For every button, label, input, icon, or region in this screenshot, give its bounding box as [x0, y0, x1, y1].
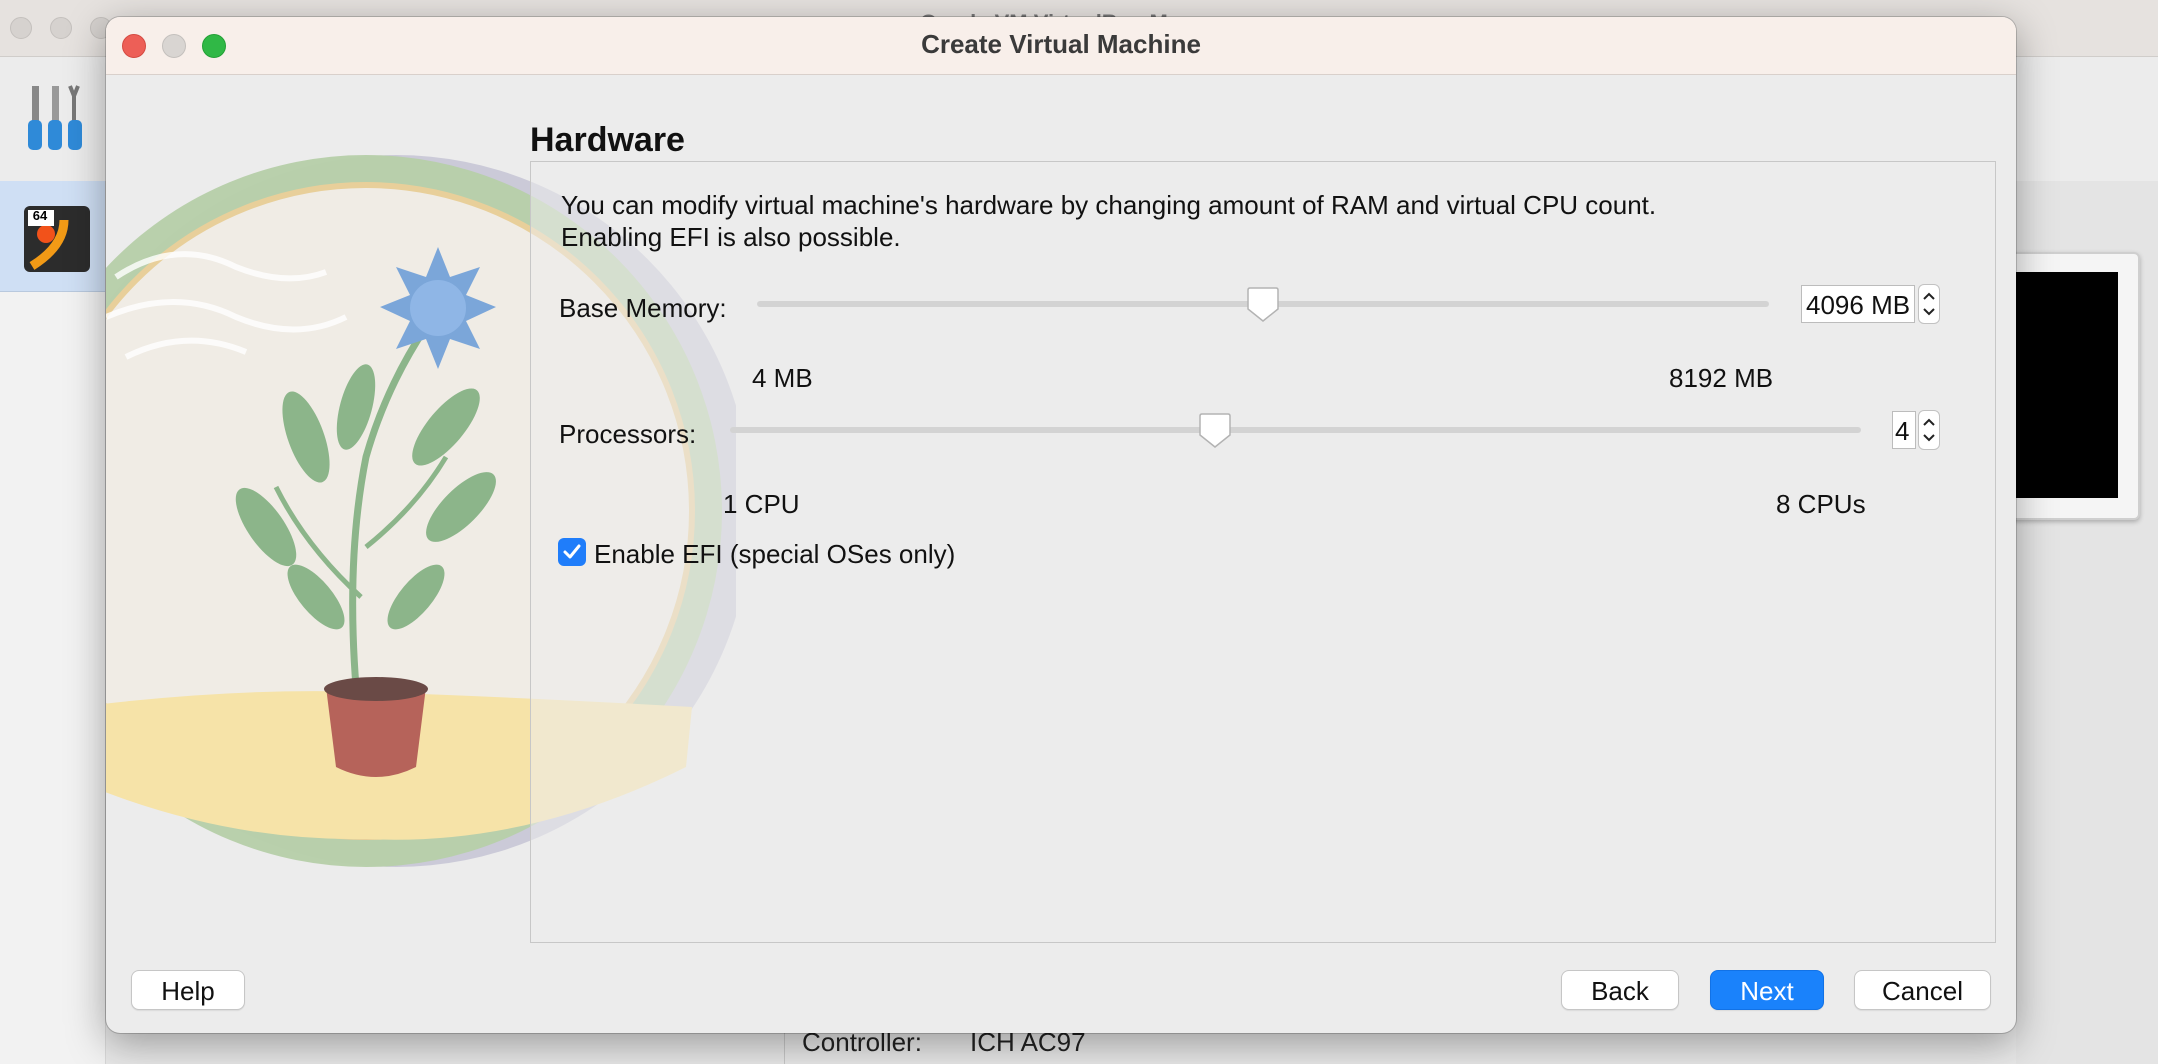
- section-title: Hardware: [530, 121, 685, 159]
- base-memory-min-label: 4 MB: [752, 363, 813, 393]
- cancel-button[interactable]: Cancel: [1854, 970, 1991, 1010]
- description-line-1: You can modify virtual machine's hardwar…: [561, 190, 1657, 220]
- base-memory-label: Base Memory:: [559, 293, 727, 323]
- processors-slider-track[interactable]: [730, 427, 1861, 433]
- chevron-down-icon: [1923, 308, 1935, 316]
- help-button[interactable]: Help: [131, 970, 245, 1010]
- tools-icon[interactable]: [26, 84, 90, 152]
- processors-label: Processors:: [559, 419, 697, 449]
- base-memory-value-field[interactable]: 4096 MB: [1801, 285, 1915, 323]
- processors-min-label: 1 CPU: [723, 489, 800, 519]
- description-line-2: Enabling EFI is also possible.: [561, 222, 901, 252]
- preview-screen: [2016, 272, 2118, 498]
- base-memory-stepper[interactable]: [1918, 284, 1940, 324]
- enable-efi-label[interactable]: Enable EFI (special OSes only): [594, 539, 955, 570]
- processors-max-label: 8 CPUs: [1776, 489, 1866, 519]
- manager-close-button[interactable]: [10, 17, 32, 39]
- chevron-down-icon: [1923, 434, 1935, 442]
- chevron-up-icon: [1923, 418, 1935, 426]
- manager-minimize-button[interactable]: [50, 17, 72, 39]
- processors-slider-thumb[interactable]: [1198, 413, 1232, 449]
- processors-value-field[interactable]: 4: [1892, 411, 1916, 449]
- vm-arch-badge: 64: [32, 208, 48, 223]
- base-memory-slider-thumb[interactable]: [1246, 287, 1280, 323]
- create-vm-dialog: Create Virtual Machine Hardware You can …: [106, 17, 2016, 1033]
- next-button[interactable]: Next: [1710, 970, 1824, 1010]
- vm-list-sidebar: [0, 181, 106, 1064]
- dialog-title: Create Virtual Machine: [921, 29, 1201, 59]
- checkmark-icon: [563, 544, 581, 559]
- base-memory-max-label: 8192 MB: [1669, 363, 1774, 393]
- description-text: You can modify virtual machine's hardwar…: [561, 189, 1861, 253]
- enable-efi-checkbox[interactable]: [558, 538, 586, 566]
- back-button[interactable]: Back: [1561, 970, 1679, 1010]
- chevron-up-icon: [1923, 292, 1935, 300]
- processors-stepper[interactable]: [1918, 410, 1940, 450]
